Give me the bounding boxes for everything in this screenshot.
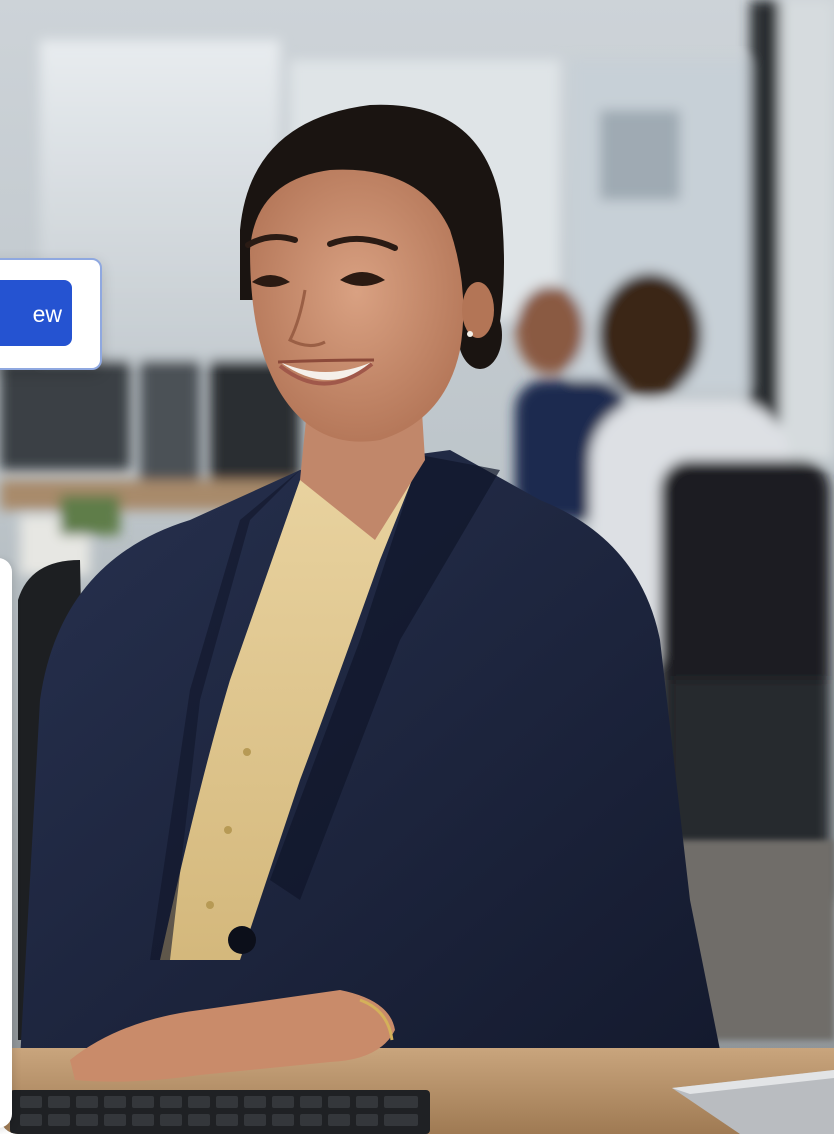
hero-photo-illustration bbox=[0, 0, 834, 1134]
side-panel bbox=[0, 558, 12, 1128]
review-button[interactable]: ew bbox=[0, 280, 72, 346]
hero-section: ew bbox=[0, 0, 834, 1134]
hero-photo bbox=[0, 0, 834, 1134]
